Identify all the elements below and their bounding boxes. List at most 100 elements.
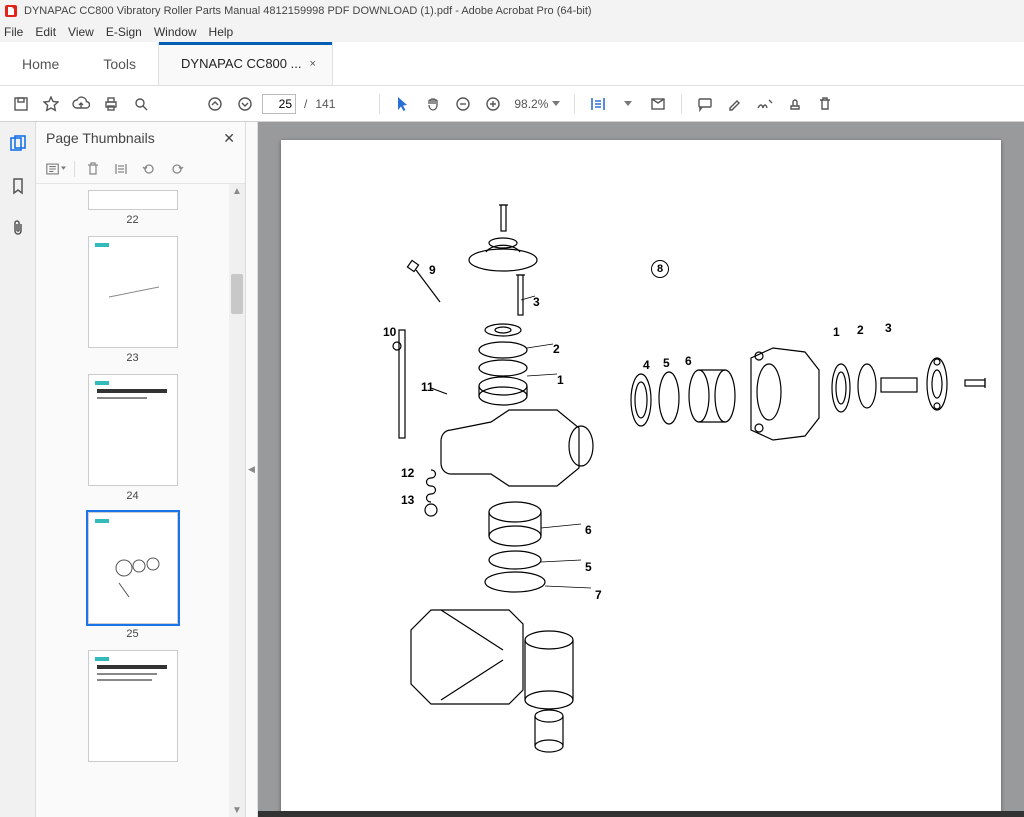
toolbar-separator [574,94,575,114]
save-icon[interactable] [8,91,34,117]
diagram-callout: 3 [885,321,892,335]
diagram-callout: 11 [421,380,434,394]
pdf-page: 9831024561231111213657 [281,140,1001,817]
tab-close-button[interactable]: × [309,58,315,70]
thumbnails-title: Page Thumbnails [46,130,155,146]
zoom-in-icon[interactable] [480,91,506,117]
thumbnail-preview [88,512,178,624]
find-icon[interactable] [128,91,154,117]
navigation-rail [0,122,36,817]
menu-esign[interactable]: E-Sign [106,25,142,39]
page-number-input[interactable] [262,94,296,114]
thumbnail-preview [88,374,178,486]
thumbnails-close-button[interactable]: ✕ [223,130,235,147]
diagram-callout: 9 [429,263,436,277]
tab-row: Home Tools DYNAPAC CC800 ... × [0,42,1024,86]
read-mode-icon[interactable] [645,91,671,117]
thumbnail-rotate-ccw-icon[interactable] [139,159,159,179]
toolbar-separator [681,94,682,114]
diagram-callout: 7 [595,588,602,602]
diagram-callout: 5 [663,356,670,370]
thumbnail-rotate-cw-icon[interactable] [167,159,187,179]
thumbnail-page[interactable]: 22 [88,190,178,226]
page-up-icon[interactable] [202,91,228,117]
pdf-file-icon [4,4,18,18]
attachments-panel-icon[interactable] [6,216,30,240]
menu-edit[interactable]: Edit [35,25,56,39]
tab-document[interactable]: DYNAPAC CC800 ... × [158,42,333,85]
main-area: Page Thumbnails ✕ 22232425 ▲ ▼ ◀ [0,122,1024,817]
thumbnail-page[interactable] [88,650,178,766]
thumbnail-sort-icon[interactable] [111,159,131,179]
diagram-callout: 1 [557,373,564,387]
stamp-icon[interactable] [782,91,808,117]
thumbnail-delete-icon[interactable] [83,159,103,179]
dropdown-chevron-icon[interactable] [615,91,641,117]
window-title: DYNAPAC CC800 Vibratory Roller Parts Man… [24,5,592,17]
menu-bar: File Edit View E-Sign Window Help [0,22,1024,42]
thumbnails-list: 22 23 24 25 [36,184,229,817]
delete-icon[interactable] [812,91,838,117]
document-view[interactable]: 9831024561231111213657 [258,122,1024,817]
thumbnails-panel: Page Thumbnails ✕ 22 23 24 25 ▲ ▼ [36,122,246,817]
tab-home[interactable]: Home [0,42,81,85]
thumbnail-page-number: 24 [126,490,138,502]
comment-icon[interactable] [692,91,718,117]
diagram-callout: 6 [685,354,692,368]
toolbar-separator [74,161,75,177]
zoom-level-value: 98.2% [514,97,548,111]
collapse-panel-button[interactable]: ◀ [246,122,258,817]
thumbnail-page[interactable]: 23 [88,236,178,364]
thumbnails-panel-icon[interactable] [6,132,30,156]
thumbnail-options-icon[interactable] [46,159,66,179]
page-down-icon[interactable] [232,91,258,117]
zoom-level-dropdown[interactable]: 98.2% [514,97,560,111]
menu-view[interactable]: View [68,25,94,39]
diagram-callout: 2 [857,323,864,337]
diagram-callout: 6 [585,523,592,537]
thumbnail-page-number: 23 [126,352,138,364]
thumbnails-scrollbar[interactable]: ▲ ▼ [229,184,245,817]
diagram-callout: 3 [533,295,540,309]
scroll-down-icon[interactable]: ▼ [229,803,245,817]
toolbar-separator [379,94,380,114]
tab-tools[interactable]: Tools [81,42,158,85]
cloud-upload-icon[interactable] [68,91,94,117]
diagram-callout: 12 [401,466,414,480]
thumbnail-page[interactable]: 25 [88,512,178,640]
page-separator: / [304,97,307,111]
thumbnail-preview [88,236,178,348]
zoom-out-icon[interactable] [450,91,476,117]
menu-window[interactable]: Window [154,25,197,39]
chevron-down-icon [552,101,560,107]
menu-file[interactable]: File [4,25,23,39]
fit-width-icon[interactable] [585,91,611,117]
bottom-bar [258,811,1024,817]
menu-help[interactable]: Help [209,25,234,39]
sign-icon[interactable] [752,91,778,117]
thumbnails-header: Page Thumbnails ✕ [36,122,245,154]
selection-tool-icon[interactable] [390,91,416,117]
diagram-callout: 13 [401,493,414,507]
diagram-callout: 4 [643,358,650,372]
diagram-callout: 5 [585,560,592,574]
star-icon[interactable] [38,91,64,117]
hand-tool-icon[interactable] [420,91,446,117]
diagram-callout: 8 [651,260,669,278]
thumbnail-preview [88,190,178,210]
thumbnails-toolbar [36,154,245,184]
page-total: 141 [315,97,335,111]
print-icon[interactable] [98,91,124,117]
scroll-up-icon[interactable]: ▲ [229,184,245,198]
diagram-callout: 2 [553,342,560,356]
tab-document-label: DYNAPAC CC800 ... [181,56,301,71]
thumbnail-page-number: 22 [126,214,138,226]
thumbnail-page[interactable]: 24 [88,374,178,502]
diagram-callout: 10 [383,325,396,339]
bookmarks-panel-icon[interactable] [6,174,30,198]
main-toolbar: / 141 98.2% [0,86,1024,122]
window-titlebar: DYNAPAC CC800 Vibratory Roller Parts Man… [0,0,1024,22]
scrollbar-handle[interactable] [231,274,243,314]
parts-diagram [281,140,1001,817]
highlight-icon[interactable] [722,91,748,117]
